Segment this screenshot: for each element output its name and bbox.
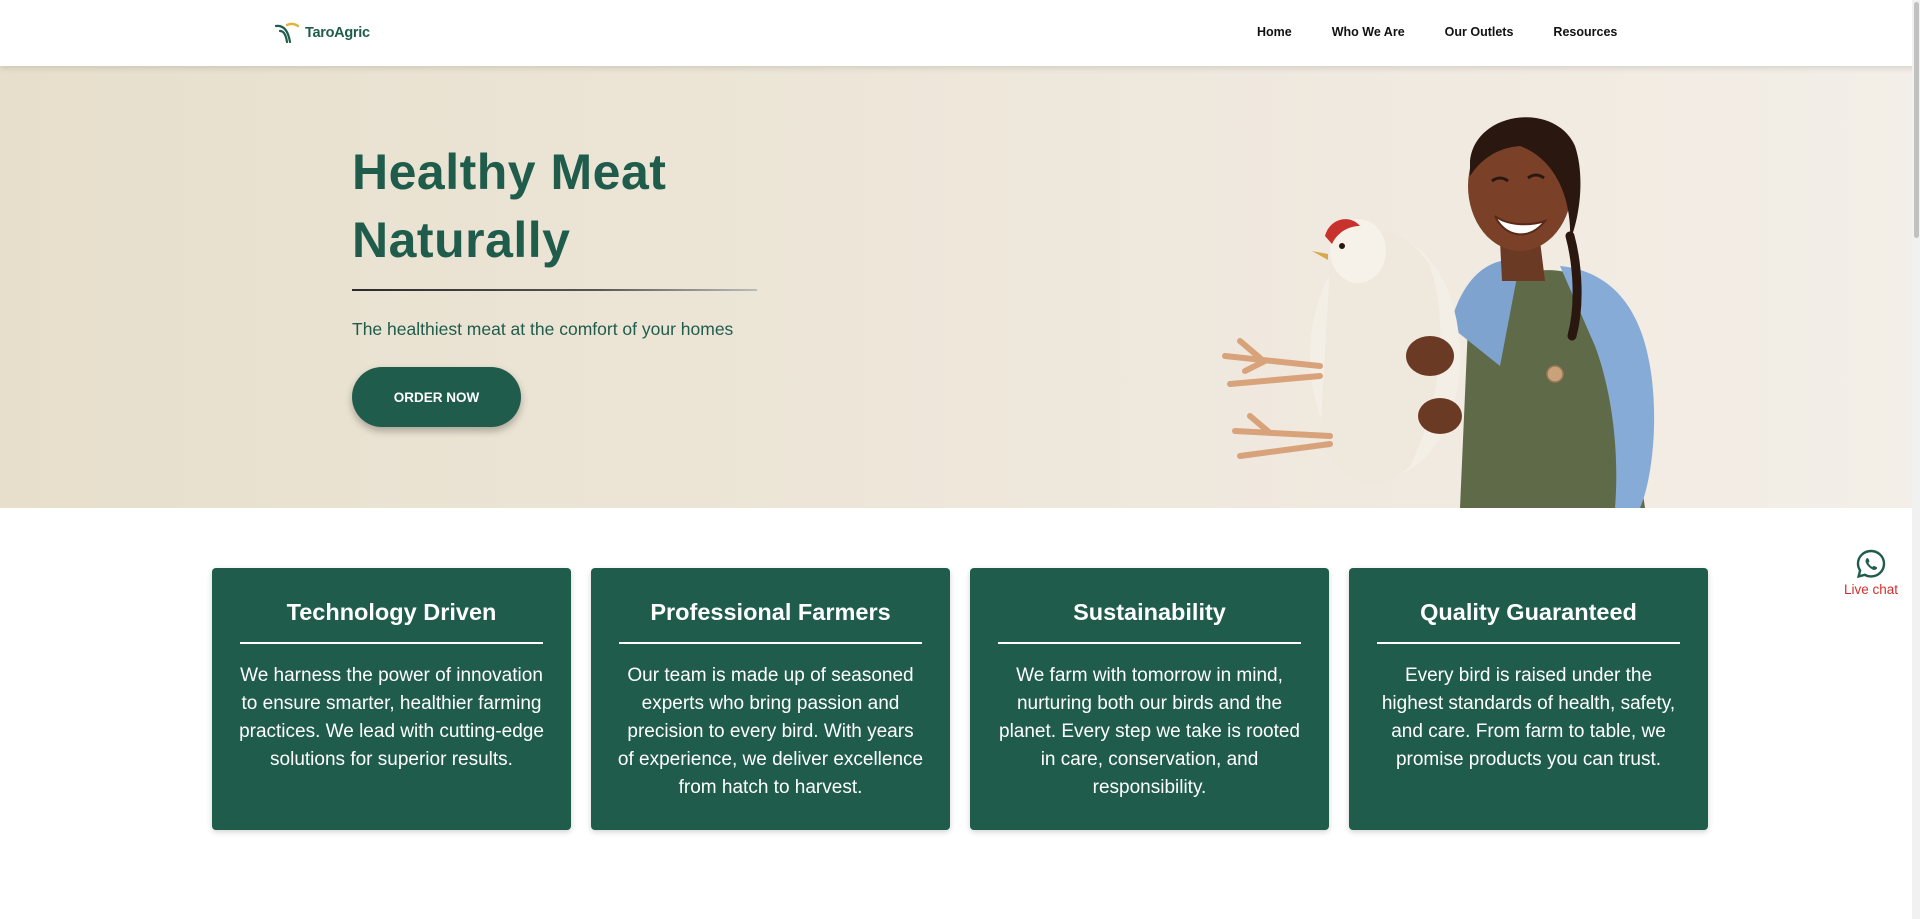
feature-card-text: Every bird is raised under the highest s… — [1381, 665, 1676, 770]
hero-subtitle: The healthiest meat at the comfort of yo… — [352, 319, 734, 339]
page-scrollbar[interactable] — [1912, 0, 1920, 919]
logo-mark-icon — [275, 22, 299, 44]
feature-card-title: Technology Driven — [286, 599, 497, 625]
whatsapp-icon[interactable] — [1855, 548, 1887, 580]
nav-item-resources[interactable]: Resources — [1553, 25, 1617, 39]
feature-card-quality: Quality Guaranteed Every bird is raised … — [1349, 568, 1708, 830]
hero-divider — [352, 289, 757, 291]
live-chat-label[interactable]: Live chat — [1840, 582, 1902, 597]
scrollbar-thumb[interactable] — [1914, 2, 1919, 238]
feature-card-divider — [998, 642, 1301, 644]
feature-card-title: Quality Guaranteed — [1420, 599, 1637, 625]
feature-card-sustainability: Sustainability We farm with tomorrow in … — [970, 568, 1329, 830]
feature-card-title: Sustainability — [1073, 599, 1226, 625]
feature-cards: Technology Driven We harness the power o… — [212, 568, 1708, 830]
nav-item-our-outlets[interactable]: Our Outlets — [1445, 25, 1514, 39]
order-now-button[interactable]: ORDER NOW — [352, 367, 521, 427]
main-nav: Home Who We Are Our Outlets Resources — [1257, 25, 1617, 39]
brand-name: TaroAgric — [305, 25, 370, 41]
feature-card-text: We farm with tomorrow in mind, nurturing… — [999, 665, 1300, 798]
feature-card-divider — [240, 642, 543, 644]
hero-image-woman-holding-chicken — [1222, 117, 1655, 508]
feature-card-text: Our team is made up of seasoned experts … — [617, 665, 924, 798]
nav-item-who-we-are[interactable]: Who We Are — [1332, 25, 1405, 39]
feature-card-title: Professional Farmers — [650, 599, 891, 625]
feature-card-technology: Technology Driven We harness the power o… — [212, 568, 571, 830]
site-header: TaroAgric Home Who We Are Our Outlets Re… — [0, 0, 1920, 66]
feature-card-divider — [619, 642, 922, 644]
hero-title-line-2: Naturally — [352, 212, 571, 268]
hero-section: Healthy Meat Naturally The healthiest me… — [0, 66, 1920, 508]
hero-title-line-1: Healthy Meat — [352, 144, 667, 200]
hero-title: Healthy Meat Naturally — [352, 138, 852, 274]
live-chat-widget[interactable]: Live chat — [1840, 548, 1902, 597]
feature-card-professional-farmers: Professional Farmers Our team is made up… — [591, 568, 950, 830]
feature-card-text: We harness the power of innovation to en… — [239, 665, 544, 770]
brand-logo[interactable]: TaroAgric — [275, 22, 370, 44]
nav-item-home[interactable]: Home — [1257, 25, 1292, 39]
feature-card-divider — [1377, 642, 1680, 644]
